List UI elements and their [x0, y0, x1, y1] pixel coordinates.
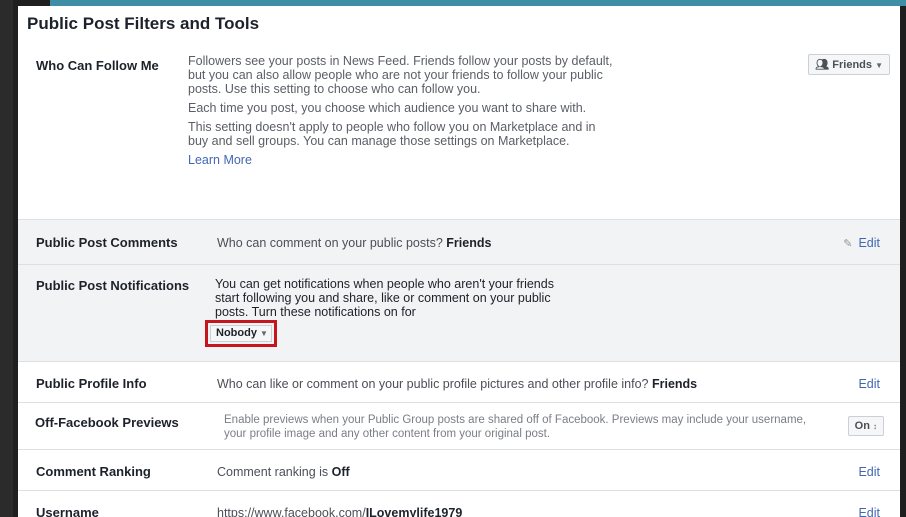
- off-facebook-previews-text: Enable previews when your Public Group p…: [224, 414, 807, 440]
- username-label: Username: [36, 505, 99, 517]
- username-value: ILovemylife1979: [365, 506, 463, 517]
- public-post-comments-edit-button[interactable]: ✎ Edit: [843, 236, 880, 250]
- pencil-icon: ✎: [843, 238, 853, 250]
- public-post-comments-value: Friends: [446, 236, 492, 250]
- learn-more-link[interactable]: Learn More: [188, 153, 252, 167]
- row-comment-ranking: Comment Ranking Comment ranking is Off E…: [18, 449, 900, 490]
- public-profile-info-label: Public Profile Info: [36, 376, 147, 391]
- public-post-comments-label: Public Post Comments: [36, 235, 178, 250]
- chevron-down-icon: ▼: [260, 329, 268, 338]
- row-who-can-follow: Who Can Follow Me Followers see your pos…: [18, 44, 900, 219]
- nobody-highlight-box: Nobody ▼: [205, 320, 277, 347]
- who-can-follow-para3: This setting doesn't apply to people who…: [188, 120, 596, 148]
- username-edit-button[interactable]: Edit: [858, 506, 880, 517]
- public-post-notifications-text: You can get notifications when people wh…: [215, 277, 554, 319]
- public-post-notifications-label: Public Post Notifications: [36, 278, 190, 293]
- settings-panel: Public Post Filters and Tools Who Can Fo…: [18, 6, 900, 517]
- off-facebook-previews-label: Off-Facebook Previews: [35, 415, 179, 430]
- who-can-follow-para1: Followers see your posts in News Feed. F…: [188, 54, 613, 96]
- row-public-post-comments: Public Post Comments Who can comment on …: [18, 219, 900, 264]
- who-can-follow-selector-label: Friends: [832, 59, 873, 71]
- friends-icon: 👥︎: [815, 59, 830, 71]
- public-profile-info-text: Who can like or comment on your public p…: [217, 377, 698, 391]
- public-profile-info-value: Friends: [651, 377, 698, 391]
- chevron-updown-icon: ↕: [873, 422, 877, 431]
- who-can-follow-label: Who Can Follow Me: [36, 58, 159, 73]
- off-facebook-previews-selector[interactable]: On ↕: [847, 416, 884, 436]
- who-can-follow-para2: Each time you post, you choose which aud…: [188, 101, 587, 115]
- left-frame-bar: [0, 0, 13, 517]
- comment-ranking-edit-button[interactable]: Edit: [858, 465, 880, 479]
- page-title: Public Post Filters and Tools: [27, 14, 260, 33]
- row-public-post-notifications: Public Post Notifications You can get no…: [18, 264, 900, 361]
- username-url: https://www.facebook.com/ILovemylife1979: [217, 506, 462, 517]
- notifications-audience-selector[interactable]: Nobody ▼: [210, 325, 272, 342]
- comment-ranking-value: Off: [331, 465, 350, 479]
- comment-ranking-text: Comment ranking is Off: [217, 465, 350, 479]
- row-public-profile-info: Public Profile Info Who can like or comm…: [18, 361, 900, 402]
- public-post-comments-text: Who can comment on your public posts? Fr…: [217, 236, 492, 250]
- who-can-follow-selector[interactable]: 👥︎ Friends ▼: [808, 54, 890, 75]
- public-profile-info-edit-button[interactable]: Edit: [858, 377, 880, 391]
- chevron-down-icon: ▼: [875, 61, 883, 70]
- comment-ranking-label: Comment Ranking: [36, 464, 151, 479]
- who-can-follow-description: Followers see your posts in News Feed. F…: [188, 54, 618, 172]
- row-off-facebook-previews: Off-Facebook Previews Enable previews wh…: [18, 402, 900, 449]
- row-username: Username https://www.facebook.com/ILovem…: [18, 490, 900, 517]
